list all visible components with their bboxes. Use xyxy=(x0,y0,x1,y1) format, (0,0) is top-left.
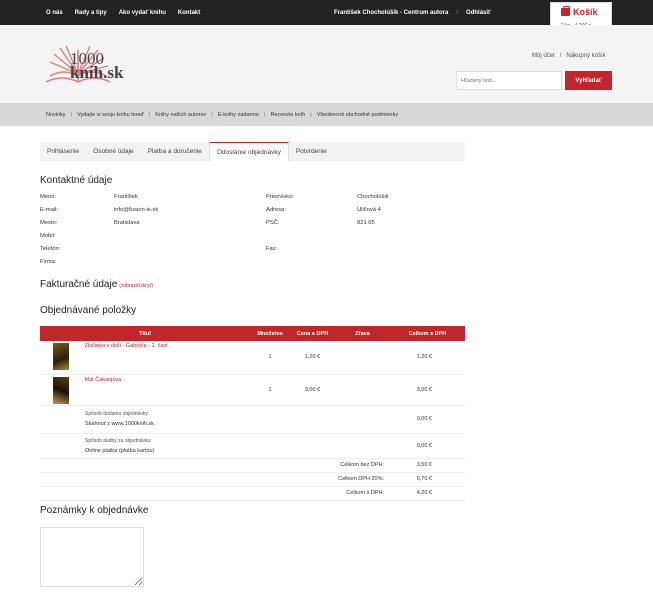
step-submit[interactable]: Odoslanie objednávky xyxy=(208,142,289,161)
header: 1000 kníh.sk xyxy=(0,25,653,103)
billing-toggle-link[interactable]: (zobraziť/skryť) xyxy=(119,283,153,289)
top-nav: O nás Rady a tipy Ako vydať knihu Kontak… xyxy=(46,0,200,25)
account-bar: František Chocholúšik - Centrum autora /… xyxy=(334,9,491,16)
search-button[interactable]: Vyhľadať xyxy=(565,71,612,90)
catnav-reviews[interactable]: Recenzie kníh xyxy=(270,112,305,118)
col-total: Celkom s DPH xyxy=(390,326,465,341)
col-title: Titul xyxy=(40,326,250,341)
billing-heading-row: Fakturačné údaje (zobraziť/skryť) xyxy=(40,279,153,290)
payment-method: Online platba (platba kartou) xyxy=(85,447,155,454)
step-confirm[interactable]: Potvrdenie xyxy=(289,142,334,161)
user-links: Môj účet / Nákupný košík xyxy=(532,53,606,59)
contact-row: Mesto: Bratislava PSČ: 821 05 xyxy=(40,220,375,226)
my-account-link[interactable]: Môj účet xyxy=(532,53,555,59)
contact-heading: Kontaktné údaje xyxy=(40,175,113,186)
topnav-about[interactable]: O nás xyxy=(46,10,63,16)
book-title-link[interactable]: Zločinka v duši - Gabriela - 2. časť xyxy=(85,343,169,349)
topnav-tips[interactable]: Rady a tipy xyxy=(75,10,107,16)
contact-details: Meno: František Priezvisko: Chocholúšik … xyxy=(40,194,460,272)
notes-textarea[interactable] xyxy=(40,527,144,587)
contact-row: Mobil: xyxy=(40,233,56,239)
col-qty: Množstvo xyxy=(250,326,290,341)
category-nav: Novinky | Vydajte si svoju knihu hneď | Kn… xyxy=(0,103,653,126)
shopping-cart-link[interactable]: Nákupný košík xyxy=(566,53,605,59)
contact-row: Firma: xyxy=(40,259,57,265)
summary-row: Celkom s DPH: 4,20 € xyxy=(40,486,465,501)
summary-row: Celkom bez DPH: 3,50 € xyxy=(40,458,465,473)
book-cover-image[interactable] xyxy=(53,376,69,404)
notes-heading: Poznámky k objednávke xyxy=(40,505,149,516)
catnav-publish[interactable]: Vydajte si svoju knihu hneď xyxy=(77,112,144,118)
order-header-row: Titul Množstvo Cena s DPH Zľava Celkom s… xyxy=(40,326,465,341)
contact-row: Meno: František Priezvisko: Chocholúšik xyxy=(40,194,389,200)
logout-link[interactable]: Odhlásiť xyxy=(466,10,491,16)
search-input[interactable] xyxy=(456,71,562,90)
order-table: Titul Množstvo Cena s DPH Zľava Celkom s… xyxy=(40,326,465,501)
contact-row: E-mail: info@fusion-is.sk Adresa: Uličov… xyxy=(40,207,381,213)
delivery-method: Stiahnuť z www.1000knih.sk xyxy=(85,421,155,427)
contact-row: Telefón: Fax: xyxy=(40,246,278,252)
step-personal[interactable]: Osobné údaje xyxy=(86,142,140,161)
author-center-link[interactable]: František Chocholúšik - Centrum autora xyxy=(334,10,448,16)
shopping-bag-icon xyxy=(561,6,570,16)
catnav-authors[interactable]: Knihy našich autorov xyxy=(155,112,206,118)
payment-row: Spôsob platby za objednávku: Online plat… xyxy=(40,433,465,459)
billing-heading: Fakturačné údaje xyxy=(40,279,118,290)
topnav-publish[interactable]: Ako vydať knihu xyxy=(119,10,166,16)
col-price: Cena s DPH xyxy=(290,326,335,341)
table-row: Zločinka v duši - Gabriela - 2. časť 1 1… xyxy=(40,341,465,375)
col-discount: Zľava xyxy=(335,326,390,341)
book-title-link[interactable]: Mat Čakanjova xyxy=(85,377,122,383)
book-cover-image[interactable] xyxy=(53,343,69,370)
step-payment[interactable]: Platba a doručenie xyxy=(141,142,209,161)
catnav-news[interactable]: Novinky xyxy=(46,112,66,118)
cart-title: Košík xyxy=(573,7,598,17)
checkout-steps: Prihlásenie Osobné údaje Platba a doruče… xyxy=(40,142,465,161)
table-row: Mat Čakanjova 1 3,00 € 3,00 € xyxy=(40,374,465,406)
delivery-row: Spôsob dodania objednávky: Stiahnuť z ww… xyxy=(40,405,465,434)
order-heading: Objednávané položky xyxy=(40,305,137,316)
catnav-terms[interactable]: Všeobecné obchodné podmienky xyxy=(317,112,398,118)
logo-name: kníh.sk xyxy=(70,63,124,82)
topnav-contact[interactable]: Kontakt xyxy=(178,10,200,16)
catnav-free-ebooks[interactable]: E-knihy zadarmo xyxy=(218,112,259,118)
summary-row: Celkom DPH 20%: 0,70 € xyxy=(40,472,465,487)
step-login[interactable]: Prihlásenie xyxy=(40,142,86,161)
